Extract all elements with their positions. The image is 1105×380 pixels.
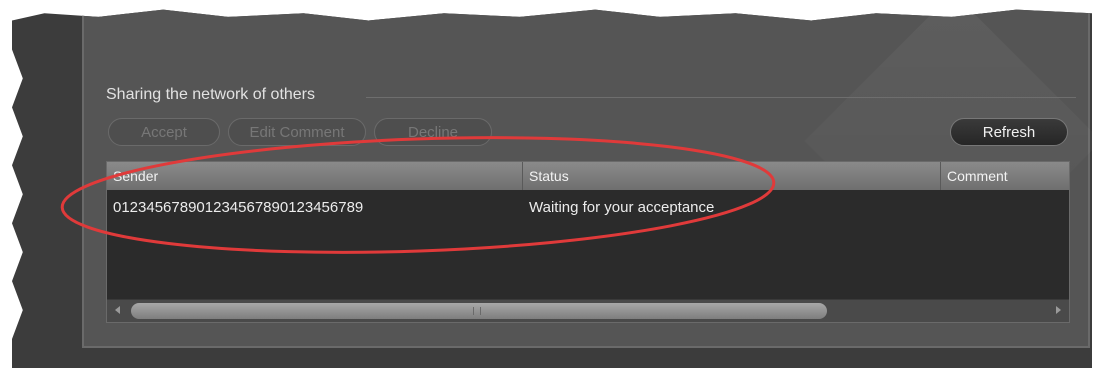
- edit-comment-button[interactable]: Edit Comment: [228, 118, 366, 146]
- column-header-status[interactable]: Status: [523, 162, 941, 190]
- column-header-sender[interactable]: Sender: [107, 162, 523, 190]
- refresh-button[interactable]: Refresh: [950, 118, 1068, 146]
- scrollbar-thumb[interactable]: [131, 303, 827, 319]
- decline-button[interactable]: Decline: [374, 118, 492, 146]
- screenshot-paper: Sharing the network of others Accept Edi…: [0, 0, 1105, 380]
- status-cell: Waiting for your acceptance: [529, 199, 715, 216]
- scrollbar-grip-icon: [473, 307, 481, 315]
- accept-button[interactable]: Accept: [108, 118, 220, 146]
- comment-cell: [941, 195, 1069, 221]
- scroll-right-arrow-icon[interactable]: [1056, 306, 1061, 314]
- sender-cell: 012345678901234567890123456789: [113, 199, 364, 216]
- scroll-left-arrow-icon[interactable]: [115, 306, 120, 314]
- table-row[interactable]: 012345678901234567890123456789 Waiting f…: [107, 195, 1069, 221]
- shared-networks-table[interactable]: Sender Status Comment 012345678901234567…: [106, 161, 1070, 323]
- window-frame: Sharing the network of others Accept Edi…: [12, 9, 1092, 368]
- column-header-comment[interactable]: Comment: [941, 162, 1069, 190]
- section-title: Sharing the network of others: [106, 86, 316, 103]
- table-header: Sender Status Comment: [107, 162, 1069, 190]
- sharing-panel: Sharing the network of others Accept Edi…: [82, 9, 1092, 348]
- section-divider: [366, 97, 1076, 98]
- horizontal-scrollbar[interactable]: [107, 299, 1069, 322]
